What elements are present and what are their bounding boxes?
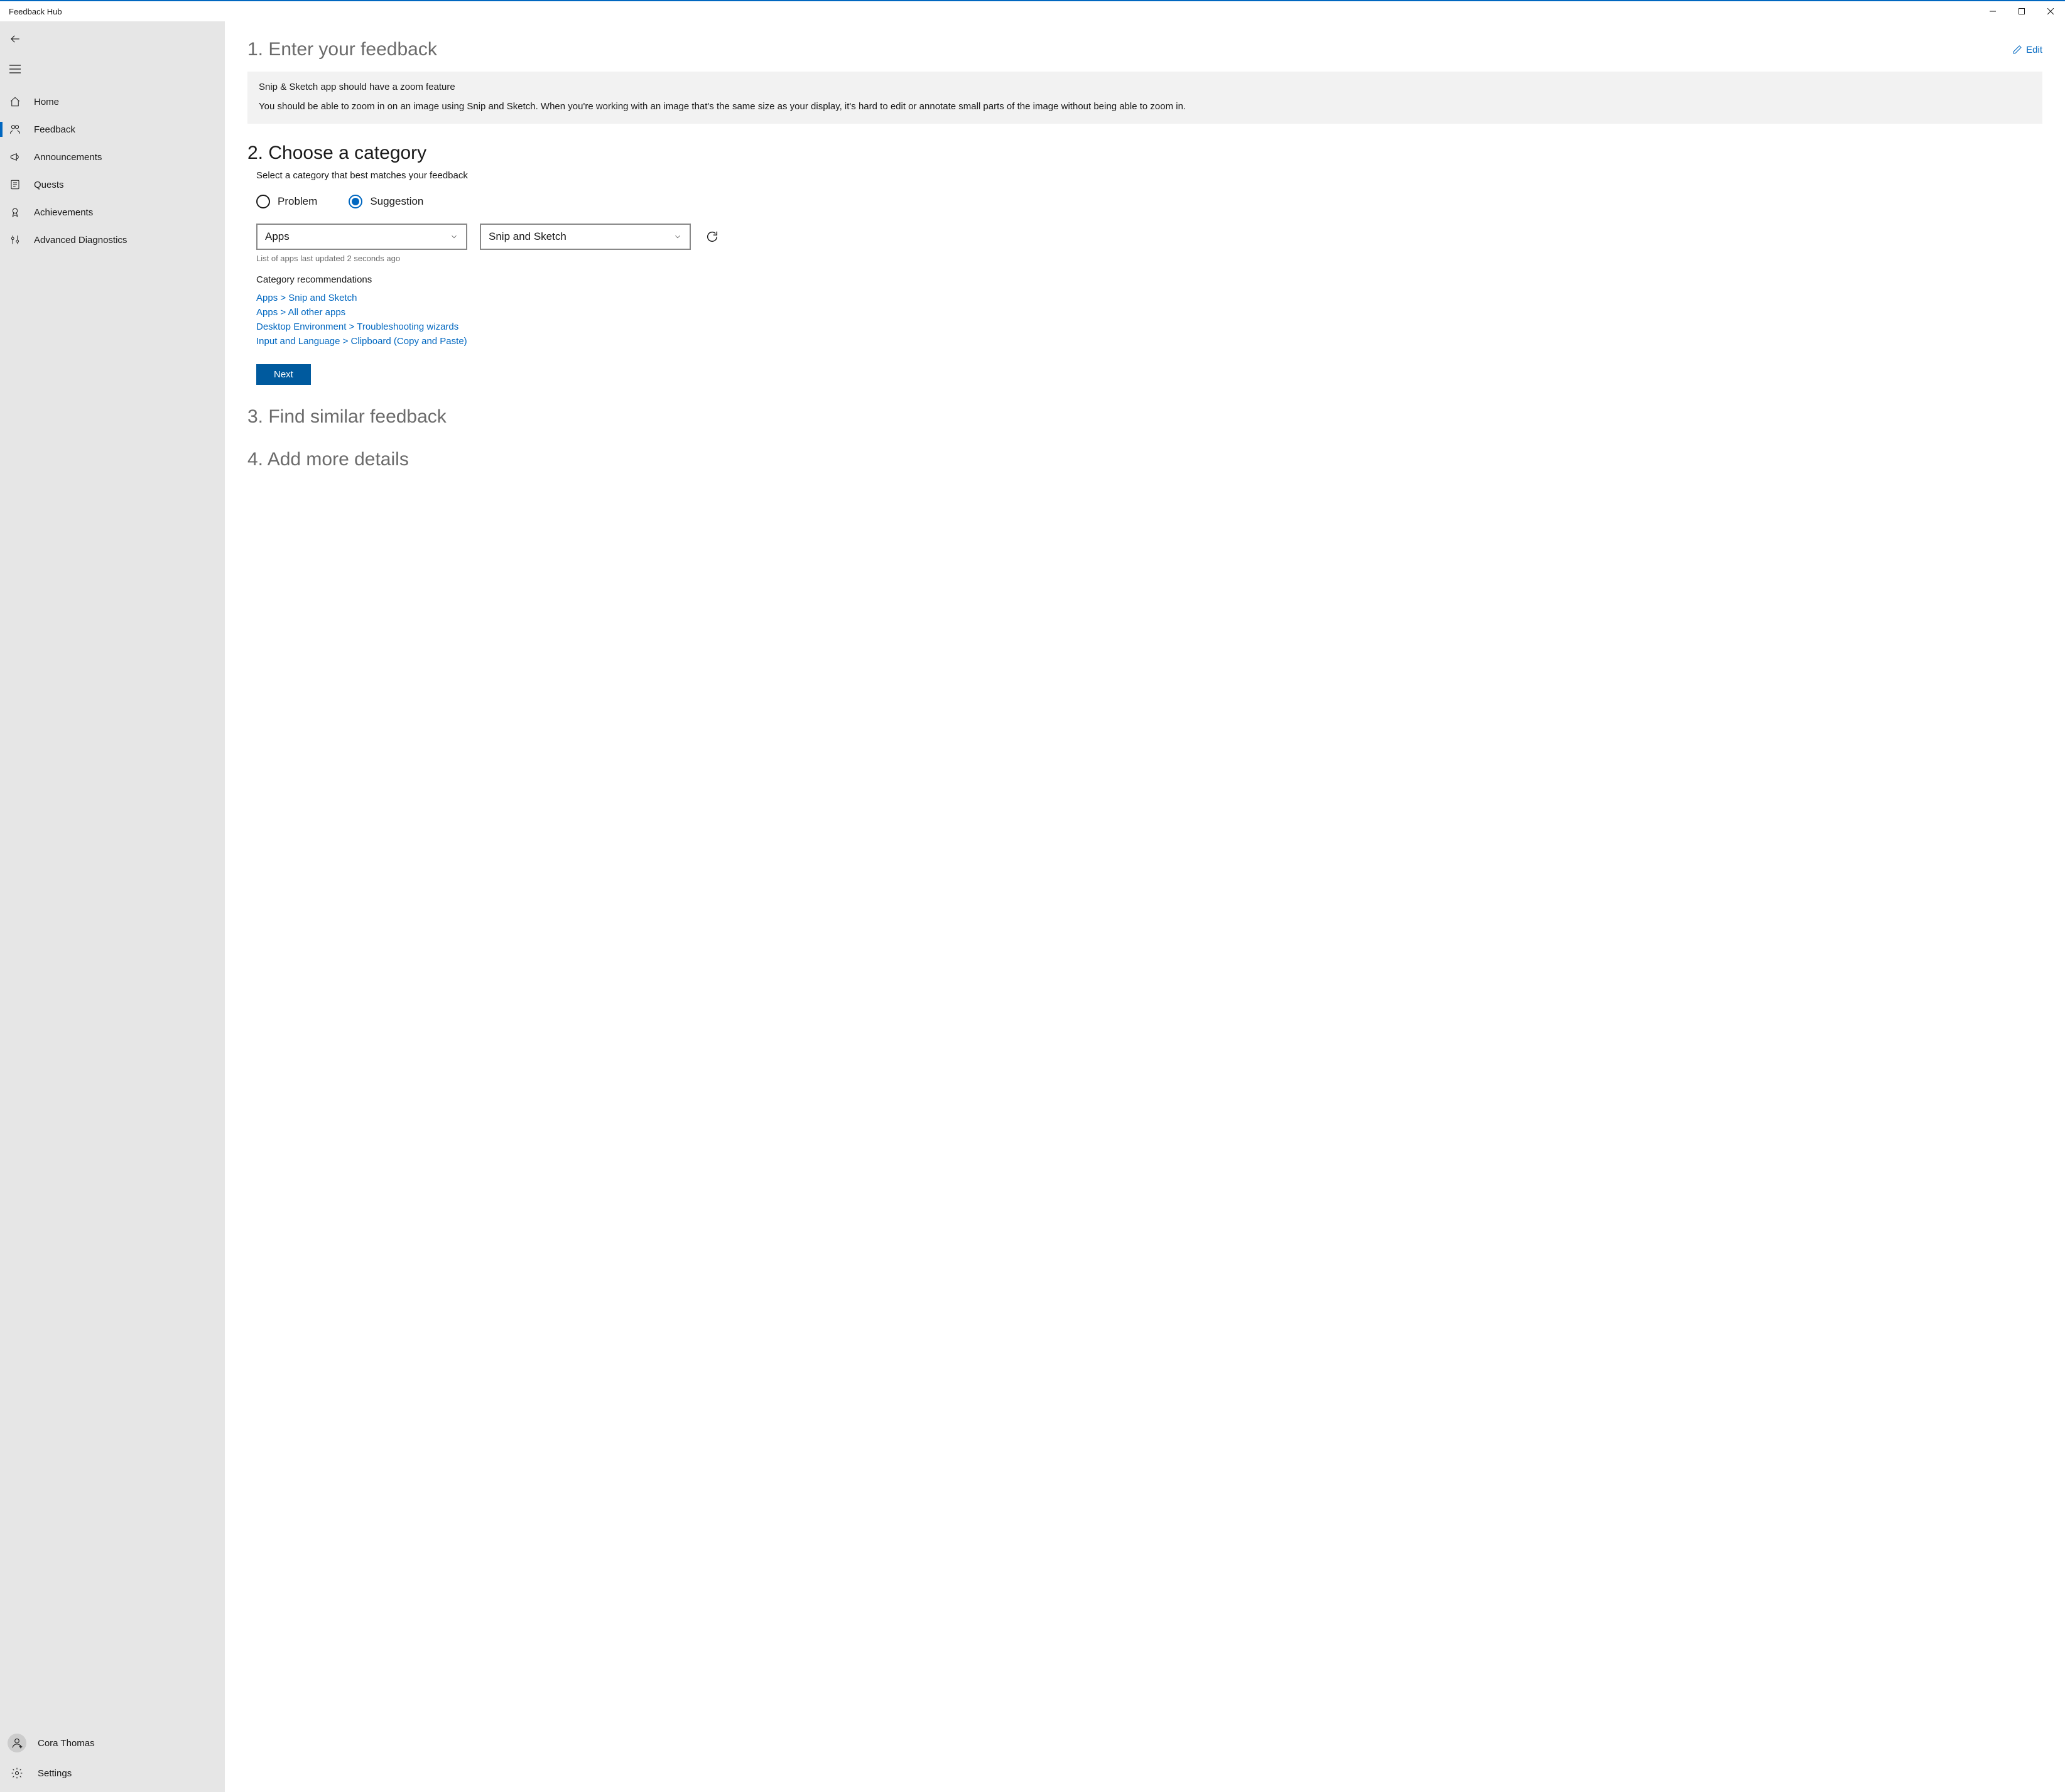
sidebar-item-quests[interactable]: Quests: [0, 171, 225, 198]
recommendation-link[interactable]: Apps > Snip and Sketch: [256, 293, 2042, 303]
window-title: Feedback Hub: [9, 7, 62, 16]
maximize-button[interactable]: [2007, 1, 2036, 21]
hamburger-button[interactable]: [0, 57, 30, 82]
edit-button[interactable]: Edit: [2012, 45, 2042, 55]
step2-title: 2. Choose a category: [247, 143, 2042, 164]
sidebar-item-label: Advanced Diagnostics: [34, 235, 127, 246]
recommendations-list: Apps > Snip and Sketch Apps > All other …: [256, 293, 2042, 347]
gear-icon: [8, 1767, 26, 1779]
recommendation-link[interactable]: Desktop Environment > Troubleshooting wi…: [256, 321, 2042, 332]
sidebar-item-label: Feedback: [34, 124, 75, 135]
feedback-body: You should be able to zoom in on an imag…: [259, 100, 2031, 114]
edit-label: Edit: [2026, 45, 2042, 55]
sidebar: Home Feedback Announcements: [0, 21, 225, 1792]
dropdown-value: Apps: [265, 230, 290, 243]
recommendations-title: Category recommendations: [256, 274, 2042, 285]
window-controls: [1978, 1, 2065, 21]
user-account-button[interactable]: Cora Thomas: [0, 1728, 225, 1758]
category-dropdown[interactable]: Apps: [256, 224, 467, 250]
subcategory-dropdown[interactable]: Snip and Sketch: [480, 224, 691, 250]
radio-problem[interactable]: Problem: [256, 195, 317, 208]
sidebar-item-label: Achievements: [34, 207, 93, 218]
user-name: Cora Thomas: [38, 1738, 95, 1749]
next-button[interactable]: Next: [256, 364, 311, 385]
feedback-icon: [9, 124, 21, 135]
sidebar-item-label: Home: [34, 97, 59, 107]
step2-subtext: Select a category that best matches your…: [256, 170, 2042, 181]
back-button[interactable]: [0, 26, 30, 51]
sidebar-item-label: Quests: [34, 180, 64, 190]
step1-title: 1. Enter your feedback: [247, 39, 437, 60]
step3-title: 3. Find similar feedback: [247, 406, 2042, 428]
sidebar-item-announcements[interactable]: Announcements: [0, 143, 225, 171]
quests-icon: [9, 179, 21, 190]
step4-title: 4. Add more details: [247, 449, 2042, 470]
radio-icon: [349, 195, 362, 208]
dropdown-value: Snip and Sketch: [489, 230, 566, 243]
chevron-down-icon: [673, 232, 682, 241]
sidebar-item-advanced-diagnostics[interactable]: Advanced Diagnostics: [0, 226, 225, 254]
radio-label: Problem: [278, 195, 317, 208]
titlebar: Feedback Hub: [0, 1, 2065, 21]
home-icon: [9, 96, 21, 107]
close-button[interactable]: [2036, 1, 2065, 21]
sidebar-item-achievements[interactable]: Achievements: [0, 198, 225, 226]
sidebar-item-feedback[interactable]: Feedback: [0, 116, 225, 143]
pencil-icon: [2012, 45, 2022, 55]
radio-icon: [256, 195, 270, 208]
radio-label: Suggestion: [370, 195, 423, 208]
recommendation-link[interactable]: Input and Language > Clipboard (Copy and…: [256, 336, 2042, 347]
feedback-summary: Snip & Sketch app should have a zoom fea…: [247, 72, 2042, 124]
sidebar-item-label: Announcements: [34, 152, 102, 163]
chevron-down-icon: [450, 232, 458, 241]
recommendation-link[interactable]: Apps > All other apps: [256, 307, 2042, 318]
avatar: [8, 1734, 26, 1752]
diagnostics-icon: [9, 234, 21, 246]
medal-icon: [9, 207, 21, 218]
feedback-title: Snip & Sketch app should have a zoom fea…: [259, 82, 2031, 92]
settings-button[interactable]: Settings: [0, 1758, 225, 1788]
sidebar-item-home[interactable]: Home: [0, 88, 225, 116]
radio-suggestion[interactable]: Suggestion: [349, 195, 423, 208]
settings-label: Settings: [38, 1768, 72, 1779]
minimize-button[interactable]: [1978, 1, 2007, 21]
refresh-button[interactable]: [703, 228, 721, 246]
main-content: 1. Enter your feedback Edit Snip & Sketc…: [225, 21, 2065, 1792]
update-hint: List of apps last updated 2 seconds ago: [256, 254, 2042, 263]
megaphone-icon: [9, 151, 21, 163]
